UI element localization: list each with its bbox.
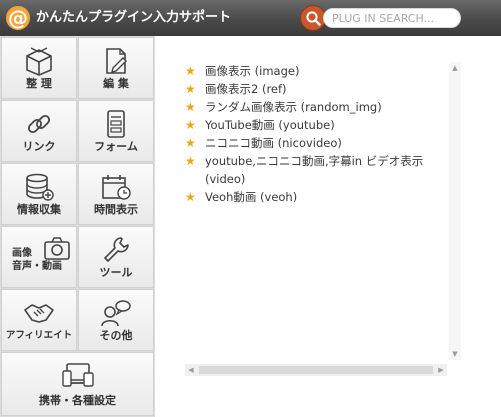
category-label: 編 集	[103, 77, 129, 90]
category-info-collect-button[interactable]: 情報収集	[1, 163, 77, 225]
category-tools-button[interactable]: ツール	[78, 226, 154, 288]
link-icon	[27, 114, 51, 134]
star-icon: ★	[185, 100, 196, 114]
plugin-list: ★ 画像表示 (image) ★ 画像表示2 (ref) ★ ランダム画像表示 (ra…	[185, 62, 447, 206]
scroll-down-arrow-icon[interactable]: ▼	[449, 348, 461, 360]
star-icon: ★	[185, 64, 196, 78]
category-affiliate-button[interactable]: アフィリエイト	[1, 289, 77, 351]
calendar-clock-icon	[102, 175, 131, 200]
category-label: 情報収集	[17, 203, 61, 216]
category-image-media-button[interactable]: 画像 音声・動画	[1, 226, 77, 288]
plugin-item[interactable]: ★ youtube,ニコニコ動画,字幕in ビデオ表示 (video)	[185, 152, 447, 188]
scroll-left-arrow-icon[interactable]: ◀	[185, 364, 197, 376]
category-link-button[interactable]: リンク	[1, 100, 77, 162]
plugin-item[interactable]: ★ ニコニコ動画 (nicovideo)	[185, 134, 447, 152]
plugin-item[interactable]: ★ 画像表示2 (ref)	[185, 80, 447, 98]
category-label: リンク	[22, 140, 56, 153]
category-edit-button[interactable]: 編 集	[78, 37, 154, 99]
search-icon	[306, 11, 321, 26]
category-organize-button[interactable]: 整 理	[1, 37, 77, 99]
database-icon	[26, 173, 54, 201]
star-icon: ★	[185, 118, 196, 132]
category-label: フォーム	[94, 140, 138, 153]
category-time-display-button[interactable]: 時間表示	[78, 163, 154, 225]
category-sidebar: 整 理 編 集 リンク フォーム 情報収集 時間表示 画像 音声・動画 ツール …	[0, 36, 155, 417]
horizontal-scrollbar[interactable]: ◀ ▶	[185, 364, 447, 376]
edit-document-icon	[106, 48, 127, 74]
wrench-icon	[104, 237, 129, 262]
category-label: 整 理	[26, 77, 52, 90]
search-input[interactable]	[323, 8, 461, 28]
app-header: @ かんたんプラグイン入力サポート	[0, 0, 501, 36]
category-label: 画像 音声・動画	[12, 248, 62, 272]
plugin-item[interactable]: ★ 画像表示 (image)	[185, 62, 447, 80]
box-icon	[26, 47, 52, 76]
devices-icon	[61, 363, 94, 387]
category-label: その他	[99, 329, 133, 342]
star-icon: ★	[185, 82, 196, 96]
scroll-up-arrow-icon[interactable]: ▲	[449, 62, 461, 74]
star-icon: ★	[185, 136, 196, 150]
category-mobile-settings-button[interactable]: 携帯・各種設定	[1, 352, 154, 416]
speech-person-icon	[101, 300, 131, 327]
scroll-right-arrow-icon[interactable]: ▶	[435, 364, 447, 376]
plugin-item[interactable]: ★ ランダム画像表示 (random_img)	[185, 98, 447, 116]
app-title: かんたんプラグイン入力サポート	[36, 10, 232, 25]
form-icon	[107, 110, 125, 138]
category-form-button[interactable]: フォーム	[78, 100, 154, 162]
vertical-scrollbar[interactable]: ▲ ▼	[449, 62, 461, 360]
horizontal-scroll-thumb[interactable]	[199, 366, 433, 374]
category-label: 携帯・各種設定	[39, 394, 116, 407]
handshake-icon	[24, 304, 54, 323]
star-icon: ★	[185, 154, 196, 168]
category-label: ツール	[99, 266, 133, 279]
category-other-button[interactable]: その他	[78, 289, 154, 351]
star-icon: ★	[185, 190, 196, 204]
plugin-item[interactable]: ★ Veoh動画 (veoh)	[185, 188, 447, 206]
logo-icon: @	[6, 6, 30, 30]
plugin-item[interactable]: ★ YouTube動画 (youtube)	[185, 116, 447, 134]
category-label: 時間表示	[94, 203, 138, 216]
category-label: アフィリエイト	[5, 330, 73, 341]
plugin-list-panel: ★ 画像表示 (image) ★ 画像表示2 (ref) ★ ランダム画像表示 (ra…	[185, 62, 447, 360]
